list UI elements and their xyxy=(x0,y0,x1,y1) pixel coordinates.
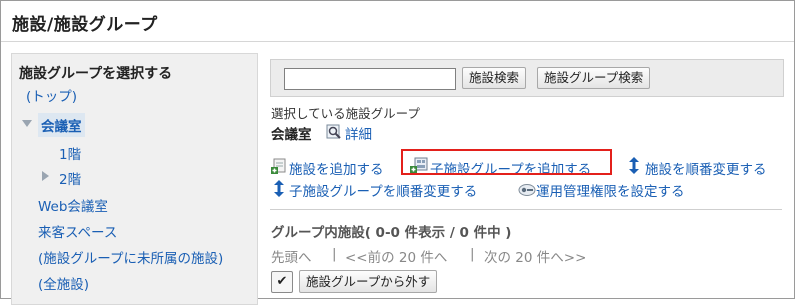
group-search-button[interactable]: 施設グループ検索 xyxy=(537,67,651,89)
selected-group-caption: 選択している施設グループ xyxy=(271,106,420,121)
reorder-child-groups-link[interactable]: 子施設グループを順番変更する xyxy=(289,180,477,200)
updown-arrow-icon xyxy=(628,157,640,178)
tree-heading: 施設グループを選択する xyxy=(19,66,173,82)
pager-first: 先頭へ xyxy=(271,250,312,266)
tree-item-top[interactable]: (トップ) xyxy=(26,85,77,105)
add-facility-link[interactable]: 施設を追加する xyxy=(289,158,384,178)
pager-prev: <<前の 20 件へ xyxy=(345,250,448,266)
tree-item-meeting-room[interactable]: 会議室 xyxy=(38,113,85,137)
group-facilities-heading: グループ内施設( 0-0 件表示 / 0 件中 ) xyxy=(271,225,512,241)
search-input[interactable] xyxy=(284,68,456,90)
add-facility-icon xyxy=(271,158,287,178)
window-frame: 施設/施設グループ 施設グループを選択する (トップ) 会議室 1階 2階 We… xyxy=(0,0,795,305)
tree-item-guest-space[interactable]: 来客スペース xyxy=(38,221,117,241)
group-tree-panel: 施設グループを選択する (トップ) 会議室 1階 2階 Web会議室 来客スペー… xyxy=(11,53,258,305)
detail-link[interactable]: 詳細 xyxy=(345,123,372,143)
highlight-box xyxy=(401,149,612,175)
remove-from-group-button[interactable]: 施設グループから外す xyxy=(299,270,438,293)
search-area: 施設検索 施設グループ検索 xyxy=(270,59,784,97)
set-permissions-link[interactable]: 運用管理権限を設定する xyxy=(536,180,685,200)
pager-next: 次の 20 件へ>> xyxy=(484,250,587,266)
pager-separator: | xyxy=(470,246,475,262)
reorder-facilities-link[interactable]: 施設を順番変更する xyxy=(645,158,767,178)
page-title: 施設/施設グループ xyxy=(12,15,158,35)
tree-item-floor-1[interactable]: 1階 xyxy=(59,143,81,163)
collapse-triangle-icon[interactable] xyxy=(22,120,32,127)
updown-arrow-icon xyxy=(273,180,285,201)
permission-icon xyxy=(518,181,536,201)
expand-triangle-icon[interactable] xyxy=(42,171,49,181)
tree-item-web-meeting-room[interactable]: Web会議室 xyxy=(38,195,108,215)
section-divider xyxy=(270,209,782,210)
tree-item-unassigned[interactable]: (施設グループに未所属の施設) xyxy=(38,247,223,267)
tree-item-all-facilities[interactable]: (全施設) xyxy=(38,273,89,293)
magnifier-detail-icon[interactable] xyxy=(326,124,342,144)
select-all-checkbox[interactable]: ✔ xyxy=(271,271,293,293)
pager-separator: | xyxy=(332,246,337,262)
selected-group-name: 会議室 xyxy=(271,127,312,143)
title-divider xyxy=(1,41,794,42)
tree-item-floor-2[interactable]: 2階 xyxy=(59,168,81,188)
facility-search-button[interactable]: 施設検索 xyxy=(462,67,527,89)
